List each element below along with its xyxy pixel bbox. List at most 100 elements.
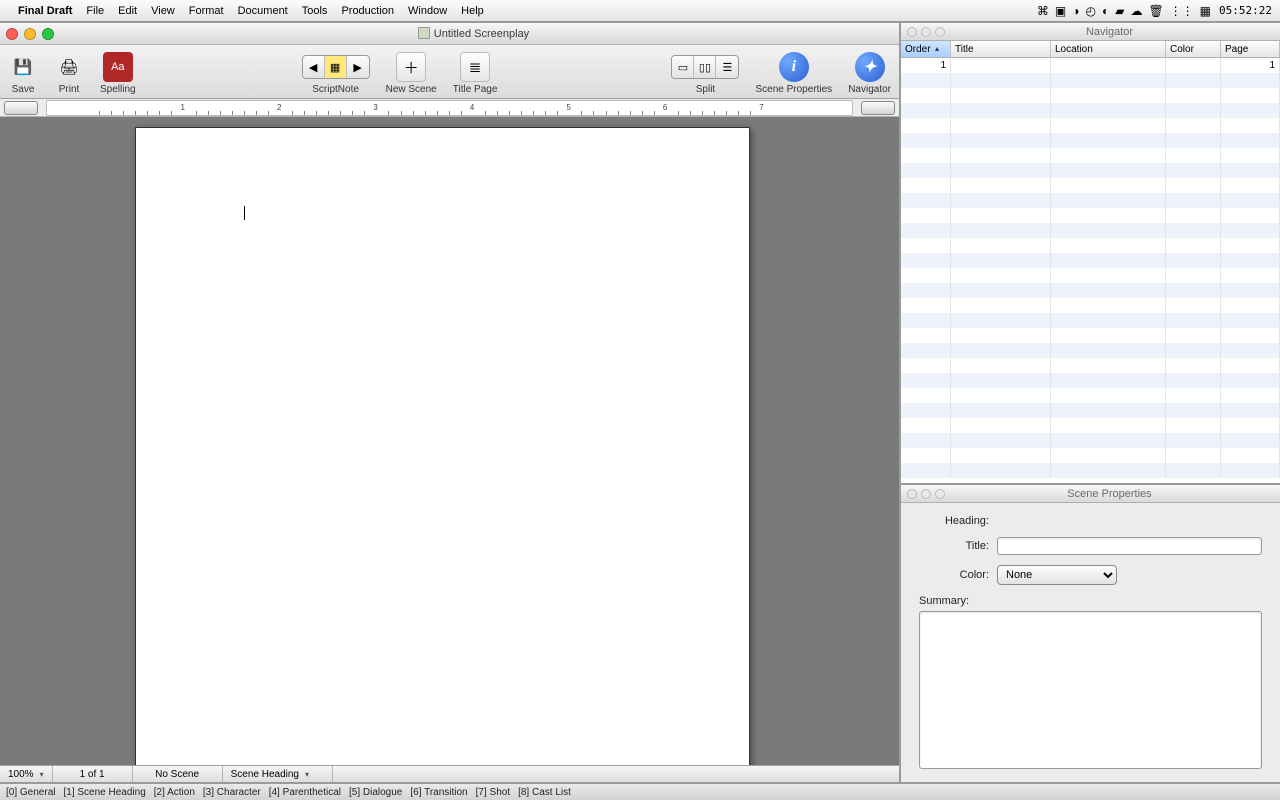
table-row[interactable] — [901, 433, 1280, 448]
date-icon[interactable]: ▦ — [1200, 4, 1211, 18]
table-row[interactable] — [901, 133, 1280, 148]
element-dropdown[interactable]: Scene Heading — [223, 766, 333, 782]
col-location-header[interactable]: Location — [1051, 41, 1166, 57]
new-scene-icon[interactable]: ＋ — [396, 52, 426, 82]
table-row[interactable] — [901, 268, 1280, 283]
table-row[interactable] — [901, 103, 1280, 118]
hint-item[interactable]: [7] Shot — [476, 787, 510, 798]
print-button[interactable]: Print — [59, 84, 80, 95]
table-row[interactable] — [901, 403, 1280, 418]
scene-indicator[interactable]: No Scene — [133, 766, 223, 782]
menuextra-icon[interactable]: ☁ — [1130, 4, 1142, 18]
table-row[interactable] — [901, 193, 1280, 208]
page-indicator[interactable]: 1 of 1 — [53, 766, 133, 782]
hint-item[interactable]: [2] Action — [154, 787, 195, 798]
table-row[interactable] — [901, 463, 1280, 478]
save-icon[interactable]: 💾 — [8, 52, 38, 82]
menu-help[interactable]: Help — [461, 5, 484, 17]
table-row[interactable] — [901, 163, 1280, 178]
menextra-icon[interactable]: ⌘ — [1037, 4, 1049, 18]
table-row[interactable] — [901, 343, 1280, 358]
scene-properties-titlebar[interactable]: Scene Properties — [901, 485, 1280, 503]
hint-item[interactable]: [3] Character — [203, 787, 261, 798]
spelling-icon[interactable]: Aa — [103, 52, 133, 82]
hint-item[interactable]: [4] Parenthetical — [269, 787, 341, 798]
menu-document[interactable]: Document — [238, 5, 288, 17]
scene-properties-icon[interactable]: i — [779, 52, 809, 82]
menu-window[interactable]: Window — [408, 5, 447, 17]
hint-item[interactable]: [6] Transition — [410, 787, 467, 798]
menuextra-icon[interactable]: ◑ — [1072, 4, 1079, 18]
title-page-button[interactable]: Title Page — [453, 84, 498, 95]
menubar-clock[interactable]: 05:52:22 — [1219, 4, 1272, 17]
menu-production[interactable]: Production — [341, 5, 394, 17]
app-menu[interactable]: Final Draft — [18, 5, 72, 17]
table-row[interactable]: 11 — [901, 58, 1280, 73]
ruler[interactable]: 1234567 — [46, 100, 853, 116]
table-row[interactable] — [901, 208, 1280, 223]
scriptnote-segmented[interactable]: ◀▦▶ — [302, 55, 370, 79]
close-button[interactable] — [6, 28, 18, 40]
table-row[interactable] — [901, 283, 1280, 298]
hint-item[interactable]: [8] Cast List — [518, 787, 571, 798]
trash-icon[interactable]: 🗑 — [1148, 4, 1163, 18]
table-row[interactable] — [901, 388, 1280, 403]
panel-zoom-button[interactable] — [935, 27, 945, 37]
col-color-header[interactable]: Color — [1166, 41, 1221, 57]
table-row[interactable] — [901, 73, 1280, 88]
ruler-right-button[interactable] — [861, 101, 895, 115]
spelling-button[interactable]: Spelling — [100, 84, 136, 95]
hint-item[interactable]: [0] General — [6, 787, 55, 798]
scene-properties-button[interactable]: Scene Properties — [755, 84, 832, 95]
panel-min-button[interactable] — [921, 489, 931, 499]
hint-item[interactable]: [5] Dialogue — [349, 787, 402, 798]
color-select[interactable]: None — [997, 565, 1117, 585]
table-row[interactable] — [901, 118, 1280, 133]
table-row[interactable] — [901, 148, 1280, 163]
navigator-body[interactable]: 11 — [901, 58, 1280, 483]
panel-close-button[interactable] — [907, 489, 917, 499]
menu-format[interactable]: Format — [189, 5, 224, 17]
table-row[interactable] — [901, 418, 1280, 433]
hint-item[interactable]: [1] Scene Heading — [63, 787, 145, 798]
wifi-icon[interactable]: ⋮⋮ — [1170, 4, 1194, 18]
zoom-button[interactable] — [42, 28, 54, 40]
summary-textarea[interactable] — [919, 611, 1262, 769]
panel-min-button[interactable] — [921, 27, 931, 37]
split-button[interactable]: Split — [696, 84, 715, 95]
panel-close-button[interactable] — [907, 27, 917, 37]
table-row[interactable] — [901, 298, 1280, 313]
menuextra-icon[interactable]: ▰ — [1115, 4, 1124, 18]
menu-file[interactable]: File — [86, 5, 104, 17]
col-order-header[interactable]: Order — [901, 41, 951, 57]
new-scene-button[interactable]: New Scene — [386, 84, 437, 95]
clock-icon[interactable]: ◴ — [1085, 4, 1095, 18]
print-icon[interactable]: 🖨 — [54, 52, 84, 82]
navigator-icon[interactable]: ✦ — [855, 52, 885, 82]
panel-zoom-button[interactable] — [935, 489, 945, 499]
navigator-button[interactable]: Navigator — [848, 84, 891, 95]
minimize-button[interactable] — [24, 28, 36, 40]
navigator-titlebar[interactable]: Navigator — [901, 23, 1280, 41]
split-horiz-icon[interactable]: ☰ — [716, 56, 738, 78]
scriptnote-button[interactable]: ScriptNote — [312, 84, 359, 95]
menu-tools[interactable]: Tools — [302, 5, 328, 17]
page-area[interactable] — [0, 117, 899, 765]
title-page-icon[interactable]: ≣ — [460, 52, 490, 82]
col-page-header[interactable]: Page — [1221, 41, 1280, 57]
window-titlebar[interactable]: Untitled Screenplay — [0, 23, 899, 45]
save-button[interactable]: Save — [12, 84, 35, 95]
ruler-left-button[interactable] — [4, 101, 38, 115]
split-vert-icon[interactable]: ▯▯ — [694, 56, 716, 78]
scriptnote-icon[interactable]: ▦ — [325, 56, 347, 78]
table-row[interactable] — [901, 178, 1280, 193]
split-segmented[interactable]: ▭▯▯☰ — [671, 55, 739, 79]
table-row[interactable] — [901, 328, 1280, 343]
table-row[interactable] — [901, 448, 1280, 463]
table-row[interactable] — [901, 253, 1280, 268]
table-row[interactable] — [901, 238, 1280, 253]
menu-edit[interactable]: Edit — [118, 5, 137, 17]
menu-view[interactable]: View — [151, 5, 175, 17]
document-page[interactable] — [135, 127, 750, 765]
table-row[interactable] — [901, 313, 1280, 328]
